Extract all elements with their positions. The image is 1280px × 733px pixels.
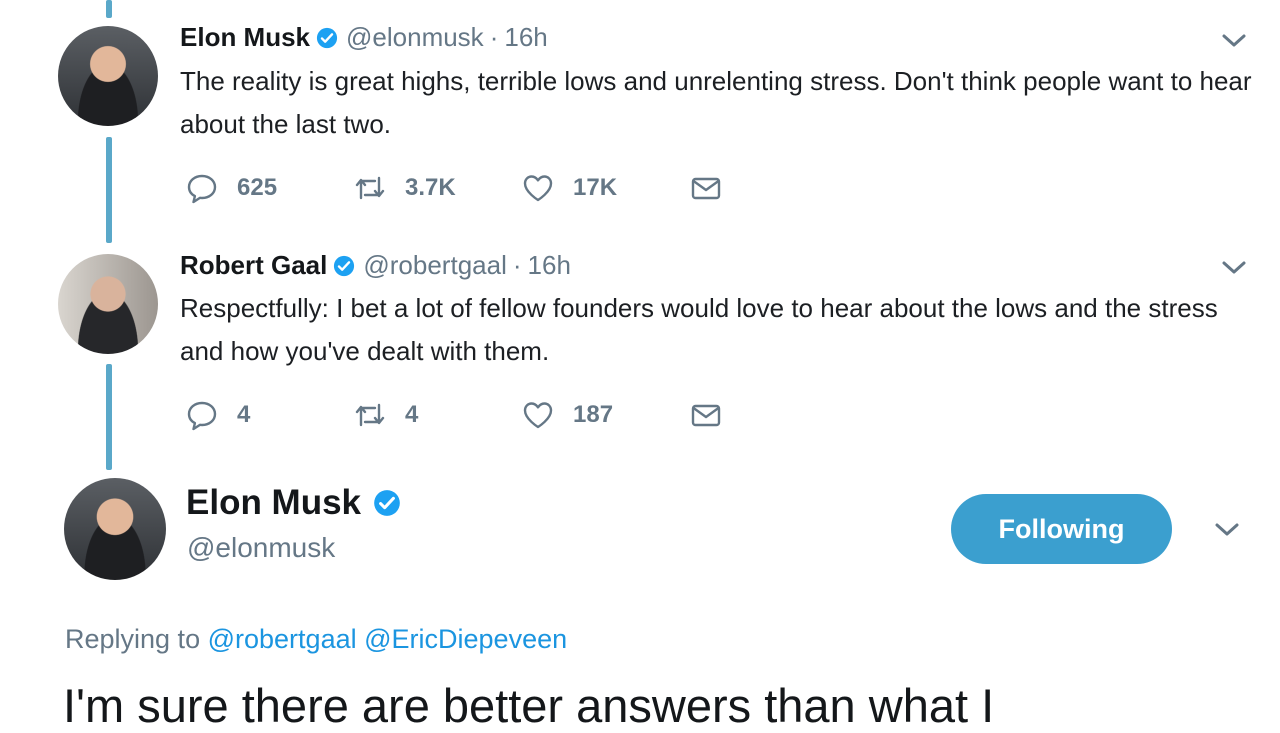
- like-count: 17K: [573, 174, 618, 201]
- retweet-icon: [355, 403, 385, 427]
- retweet-button[interactable]: 3.7K: [353, 170, 456, 206]
- separator-dot: ·: [489, 22, 499, 52]
- following-button[interactable]: Following: [951, 494, 1172, 564]
- retweet-button[interactable]: 4: [353, 397, 418, 433]
- thread-line-bottom: [106, 364, 112, 470]
- heart-icon: [523, 175, 553, 202]
- reply-button[interactable]: 625: [185, 170, 277, 206]
- reply-count: 625: [237, 174, 278, 201]
- reply-icon: [187, 401, 217, 431]
- reply-icon: [187, 174, 217, 204]
- author-name[interactable]: Elon Musk: [186, 483, 361, 523]
- replying-to-label: Replying to: [65, 624, 201, 654]
- tweet-header: Robert Gaal @robertgaal · 16h: [180, 250, 571, 281]
- like-button[interactable]: 187: [521, 397, 613, 433]
- heart-icon: [523, 402, 553, 429]
- author-handle[interactable]: @elonmusk: [346, 22, 484, 53]
- tweet-text: I'm sure there are better answers than w…: [63, 679, 995, 732]
- author-name[interactable]: Elon Musk: [180, 22, 310, 53]
- chevron-down-icon[interactable]: [1214, 521, 1240, 539]
- like-button[interactable]: 17K: [521, 170, 617, 206]
- avatar[interactable]: [58, 26, 158, 126]
- like-count: 187: [573, 401, 614, 428]
- tweet-text: The reality is great highs, terrible low…: [180, 66, 1252, 139]
- verified-badge-icon: [374, 490, 400, 516]
- tweet-text: Respectfully: I bet a lot of fellow foun…: [180, 293, 1218, 366]
- avatar[interactable]: [58, 254, 158, 354]
- timestamp[interactable]: 16h: [504, 22, 547, 53]
- thread-line-top: [106, 0, 112, 18]
- retweet-count: 4: [405, 401, 419, 428]
- chevron-down-icon[interactable]: [1221, 259, 1247, 277]
- replying-to: Replying to @robertgaal @EricDiepeveen: [65, 624, 567, 655]
- thread-line-middle: [106, 137, 112, 243]
- envelope-icon: [691, 404, 721, 427]
- timestamp[interactable]: 16h: [528, 250, 571, 281]
- mention-link[interactable]: @EricDiepeveen: [364, 624, 567, 654]
- tweet-header: Elon Musk @elonmusk · 16h: [180, 22, 548, 53]
- dm-button[interactable]: [689, 397, 723, 433]
- envelope-icon: [691, 177, 721, 200]
- avatar[interactable]: [64, 478, 166, 580]
- author-handle[interactable]: @elonmusk: [187, 532, 335, 564]
- author-name[interactable]: Robert Gaal: [180, 250, 327, 281]
- mention-link[interactable]: @robertgaal: [208, 624, 357, 654]
- reply-button[interactable]: 4: [185, 397, 250, 433]
- reply-count: 4: [237, 401, 251, 428]
- verified-badge-icon: [334, 255, 355, 276]
- retweet-count: 3.7K: [405, 174, 456, 201]
- author-name-row: Elon Musk: [186, 483, 401, 523]
- separator-dot: ·: [512, 250, 522, 280]
- retweet-icon: [355, 176, 385, 200]
- chevron-down-icon[interactable]: [1221, 32, 1247, 50]
- author-handle[interactable]: @robertgaal: [363, 250, 506, 281]
- verified-badge-icon: [316, 27, 338, 48]
- dm-button[interactable]: [689, 170, 723, 206]
